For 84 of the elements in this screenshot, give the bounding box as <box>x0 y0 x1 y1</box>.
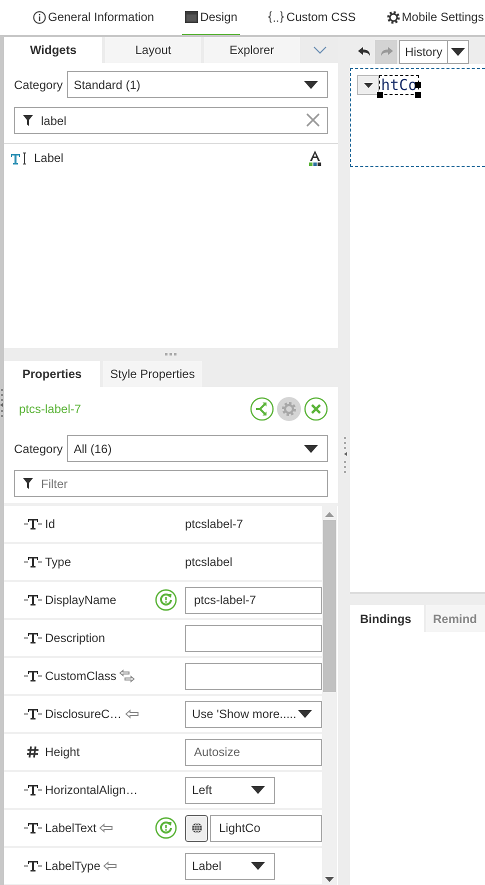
undo-icon <box>358 47 370 57</box>
property-input[interactable]: Autosize <box>185 738 322 766</box>
property-name: Height <box>45 745 80 759</box>
text-type-icon <box>24 518 42 530</box>
design-canvas[interactable]: htCo <box>350 64 485 594</box>
reset-icon[interactable] <box>155 589 177 611</box>
property-name: HorizontalAlign… <box>45 783 138 797</box>
text-type-icon <box>24 594 42 606</box>
caret-icon <box>450 47 466 57</box>
braces-icon <box>268 10 284 24</box>
property-input[interactable]: ptcs-label-7 <box>185 586 322 614</box>
share-icon[interactable] <box>250 397 274 421</box>
caret-icon <box>250 785 266 795</box>
globe-icon <box>190 822 202 834</box>
text-type-icon <box>24 670 42 682</box>
caret-icon <box>303 80 319 90</box>
text-type-icon <box>24 632 42 644</box>
panel-tab[interactable]: Explorer <box>204 37 300 63</box>
dropdown-icon <box>357 75 379 95</box>
property-input[interactable] <box>185 624 322 652</box>
widget-name: Label <box>34 151 64 165</box>
property-value: ptcslabel <box>185 555 232 569</box>
property-name: Id <box>45 517 56 531</box>
category-dropdown[interactable]: Standard (1) <box>66 71 328 98</box>
text-widget-icon <box>11 152 28 164</box>
nav-tab[interactable]: Custom CSS <box>265 0 359 35</box>
binding-arrow-icon <box>99 823 114 833</box>
text-type-icon <box>24 708 42 720</box>
resize-handle-icon[interactable] <box>343 437 347 473</box>
two-way-arrow-icon <box>119 669 136 683</box>
info-icon <box>33 10 46 24</box>
caret-icon <box>303 444 319 454</box>
close-icon[interactable] <box>304 397 328 421</box>
widget-name: ptcs-label-7 <box>19 402 82 416</box>
widget-list-item[interactable]: Label <box>4 144 338 172</box>
property-dropdown[interactable]: Left <box>185 776 275 804</box>
property-name: LabelText <box>45 821 96 835</box>
property-name: CustomClass <box>45 669 116 683</box>
canvas-widget-text[interactable]: htCo <box>379 75 420 95</box>
binding-arrow-icon <box>103 861 118 871</box>
property-name: LabelType <box>45 859 100 873</box>
text-type-icon <box>24 556 42 568</box>
property-input[interactable] <box>185 662 322 690</box>
panel-tab[interactable]: Properties <box>4 361 100 387</box>
category-dropdown[interactable]: All (16) <box>66 435 328 462</box>
scroll-down-icon[interactable] <box>325 877 334 883</box>
clear-icon[interactable] <box>306 113 320 127</box>
binding-arrow-icon <box>124 709 139 719</box>
property-name: Description <box>45 631 106 645</box>
search-field[interactable]: label <box>14 107 328 134</box>
text-type-icon <box>24 860 42 872</box>
layout-icon <box>185 11 198 23</box>
redo-icon <box>380 47 392 57</box>
localize-button[interactable] <box>185 814 208 842</box>
property-dropdown[interactable]: Label <box>185 852 275 880</box>
panel-tab[interactable]: Style Properties <box>103 361 202 387</box>
panel-tab[interactable]: Bindings <box>350 605 424 632</box>
resize-handle-icon[interactable] <box>0 389 4 419</box>
filter-field[interactable]: Filter <box>14 470 328 497</box>
nav-tab[interactable]: Mobile Settings <box>384 0 485 35</box>
text-type-icon <box>24 822 42 834</box>
field-label: Category <box>14 442 63 456</box>
settings-icon[interactable] <box>277 397 301 421</box>
resize-handle-icon[interactable] <box>165 353 177 356</box>
property-dropdown[interactable]: Use 'Show more..... <box>185 700 322 728</box>
panel-tab[interactable]: Layout <box>105 37 202 63</box>
property-value: ptcslabel-7 <box>185 517 244 531</box>
caret-icon <box>250 861 266 871</box>
nav-tab[interactable]: General Information <box>30 0 158 35</box>
property-name: DisclosureC… <box>45 707 122 721</box>
chevron-down-icon[interactable] <box>313 46 328 54</box>
scroll-up-icon[interactable] <box>325 512 334 518</box>
property-input[interactable]: LightCo <box>210 814 322 842</box>
caret-icon <box>297 709 313 719</box>
history-dropdown[interactable]: History <box>399 40 470 64</box>
property-name: Type <box>45 555 72 569</box>
style-icon <box>308 150 322 166</box>
text-type-icon <box>24 784 42 796</box>
panel-tab[interactable]: Widgets <box>4 37 102 63</box>
gear-icon <box>386 10 400 24</box>
scrollbar[interactable] <box>322 506 337 885</box>
reset-icon[interactable] <box>155 817 177 839</box>
field-label: Category <box>14 78 63 92</box>
property-name: DisplayName <box>45 593 116 607</box>
